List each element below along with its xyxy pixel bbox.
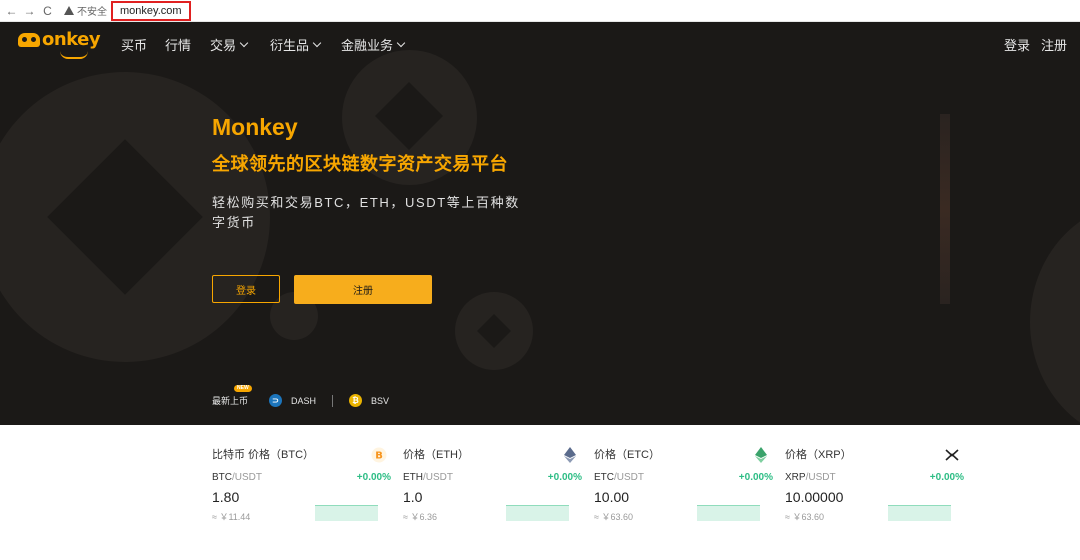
ticker-cny-price: ≈ ￥63.60 [594,512,633,522]
monkey-logo-icon [18,32,40,47]
nav-item-derivatives[interactable]: 衍生品 [270,35,322,54]
top-navigation: onkey 买币 行情 交易 衍生品 金融业务 登录 注册 [0,22,1080,64]
ticker-pair: XRP/USDT [785,472,836,483]
ticker-cny-price: ≈ ￥63.60 [785,512,824,522]
new-badge: NEW [234,385,252,392]
ticker-change: +0.00% [547,472,582,483]
ticker-strip: 比特币 价格（BTC） B BTC/USDT +0.00% 1.80 ≈ ￥11… [0,425,1080,560]
bsv-icon: ₿ [349,394,363,407]
new-coin-dash[interactable]: DASH [291,396,316,406]
ticker-pair: BTC/USDT [212,472,262,483]
nav-item-label: 交易 [210,38,237,53]
ticker-sparkline [697,505,760,521]
new-coin-bsv[interactable]: BSV [371,396,389,406]
ticker-base: XRP [785,472,806,483]
ticker-card-btc[interactable]: 比特币 价格（BTC） B BTC/USDT +0.00% 1.80 ≈ ￥11… [212,425,391,535]
ticker-sparkline [315,505,378,521]
ticker-price: 1.0 [403,489,423,505]
ticker-price: 1.80 [212,489,240,505]
ticker-card-xrp[interactable]: 价格（XRP） XRP/USDT +0.00% 10.00000 ≈ ￥63.6… [785,425,964,535]
login-link[interactable]: 登录 [1004,35,1030,54]
nav-item-market[interactable]: 行情 [165,35,191,54]
ticker-title: 价格（XRP） [785,449,852,461]
ticker-title: 价格（ETC） [594,449,660,461]
decorative-coin [1030,202,1080,425]
ticker-quote: /USDT [423,472,453,483]
decorative-bar [940,114,950,304]
eth-icon [562,447,578,463]
hero-slogan: 全球领先的区块链数字资产交易平台 [212,154,508,174]
security-label: 不安全 [77,7,107,18]
chevron-down-icon [396,38,406,47]
address-bar[interactable]: monkey.com [111,0,191,21]
logo[interactable]: onkey [18,29,101,59]
nav-item-buy[interactable]: 买币 [121,35,147,54]
chevron-down-icon [312,38,322,47]
ticker-change: +0.00% [738,472,773,483]
ticker-cny-price: ≈ ￥6.36 [403,512,437,522]
dash-icon: ⊃ [269,394,283,407]
ticker-quote: /USDT [232,472,262,483]
new-listings: 最新上币 NEW ⊃ DASH ₿ BSV [212,385,389,407]
nav-item-label: 衍生品 [270,38,310,53]
ticker-pair: ETH/USDT [403,472,453,483]
xrp-icon [944,447,960,463]
logo-text: onkey [42,29,101,50]
hero-section: onkey 买币 行情 交易 衍生品 金融业务 登录 注册 Monkey 全球领… [0,22,1080,425]
ticker-change: +0.00% [356,472,391,483]
reload-icon[interactable]: C [41,4,54,18]
security-indicator[interactable]: 不安全 [64,3,107,18]
ticker-pair: ETC/USDT [594,472,644,483]
register-link[interactable]: 注册 [1041,35,1067,54]
ticker-card-etc[interactable]: 价格（ETC） ETC/USDT +0.00% 10.00 ≈ ￥63.60 [594,425,773,535]
hero-description: 轻松购买和交易BTC，ETH，USDT等上百种数字货币 [212,195,520,230]
chevron-down-icon [239,38,249,47]
ticker-base: ETC [594,472,614,483]
ticker-price: 10.00000 [785,489,844,505]
forward-icon[interactable]: → [23,4,36,18]
ticker-base: ETH [403,472,423,483]
ticker-price: 10.00 [594,489,630,505]
ticker-title: 价格（ETH） [403,449,469,461]
nav-item-label: 买币 [121,38,148,53]
nav-item-label: 金融业务 [341,38,394,53]
browser-toolbar: ← → C 不安全 monkey.com [0,0,1080,22]
logo-smile [60,51,88,59]
new-listings-label: 最新上币 NEW [212,385,252,407]
ticker-base: BTC [212,472,232,483]
ticker-title: 比特币 价格（BTC） [212,449,315,461]
hero-login-button[interactable]: 登录 [212,275,280,303]
ticker-card-eth[interactable]: 价格（ETH） ETH/USDT +0.00% 1.0 ≈ ￥6.36 [403,425,582,535]
hero-register-button[interactable]: 注册 [294,275,432,304]
nav-item-trade[interactable]: 交易 [210,35,249,54]
etc-icon [753,447,769,463]
warning-icon [64,6,74,15]
ticker-quote: /USDT [614,472,644,483]
ticker-quote: /USDT [805,472,836,483]
new-listings-text: 最新上币 [212,396,249,406]
divider [332,394,334,407]
ticker-cny-price: ≈ ￥11.44 [212,512,251,522]
nav-item-finance[interactable]: 金融业务 [341,35,406,54]
svg-text:B: B [375,451,383,462]
ticker-change: +0.00% [929,472,964,483]
back-icon[interactable]: ← [5,4,18,18]
nav-item-label: 行情 [165,38,192,53]
btc-icon: B [371,447,387,463]
ticker-sparkline [888,505,951,521]
hero-brand: Monkey [212,114,298,140]
ticker-sparkline [506,505,569,521]
